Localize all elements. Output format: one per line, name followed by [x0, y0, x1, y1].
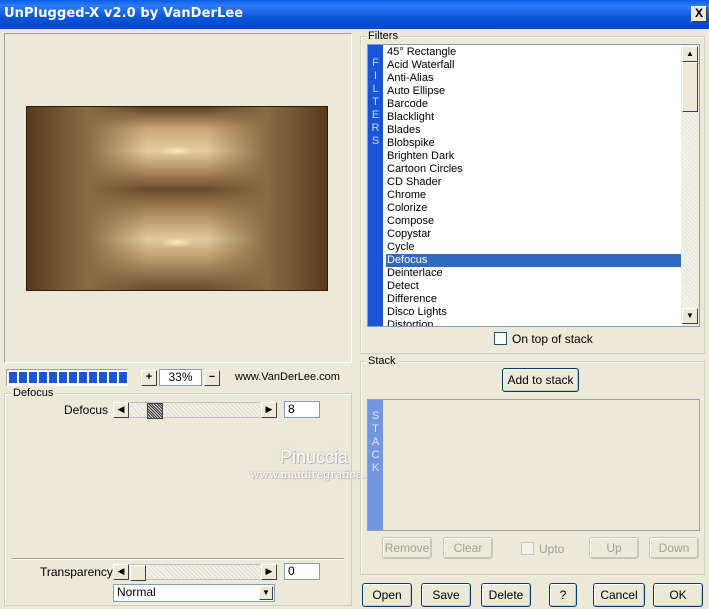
filter-list-item[interactable]: Brighten Dark	[386, 150, 682, 163]
close-button[interactable]: X	[691, 6, 707, 22]
progress-segment	[109, 372, 117, 383]
window-title: UnPlugged-X v2.0 by VanDerLee	[4, 6, 244, 21]
stack-list[interactable]	[367, 399, 700, 531]
zoom-in-button[interactable]: +	[141, 370, 157, 386]
filters-tab-letter: E	[371, 109, 380, 121]
on-top-of-stack-label: On top of stack	[512, 332, 593, 346]
filter-list-item[interactable]: Disco Lights	[386, 306, 682, 319]
progress-segment	[69, 372, 77, 383]
defocus-slider-right-button[interactable]: ▶	[261, 402, 277, 418]
filter-list-item[interactable]: Detect	[386, 280, 682, 293]
filter-list-item[interactable]: Cartoon Circles	[386, 163, 682, 176]
blend-mode-value: Normal	[117, 585, 156, 599]
progress-segment	[29, 372, 37, 383]
filter-list-item[interactable]: Cycle	[386, 241, 682, 254]
scroll-up-button[interactable]: ▲	[682, 46, 698, 62]
transparency-slider-track[interactable]	[130, 564, 260, 581]
chevron-down-icon[interactable]: ▼	[259, 586, 273, 600]
add-to-stack-button[interactable]: Add to stack	[502, 368, 579, 392]
on-top-of-stack-checkbox[interactable]	[494, 332, 507, 345]
filters-tab-letter: T	[372, 96, 379, 108]
progress-segment	[89, 372, 97, 383]
scroll-down-button[interactable]: ▼	[682, 308, 698, 324]
defocus-slider-thumb[interactable]	[147, 403, 163, 419]
delete-button[interactable]: Delete	[481, 583, 531, 607]
transparency-slider-left-button[interactable]: ◀	[113, 564, 129, 580]
filter-list-item[interactable]: Acid Waterfall	[386, 59, 682, 72]
watermark-name: Pinuccia	[280, 447, 349, 467]
progress-segment	[39, 372, 47, 383]
progress-segment	[79, 372, 87, 383]
cancel-button[interactable]: Cancel	[593, 583, 645, 607]
filters-vertical-tab: FILTERS	[368, 45, 383, 326]
defocus-param-label: Defocus	[64, 403, 109, 417]
help-button[interactable]: ?	[549, 583, 577, 607]
progress-segment	[99, 372, 107, 383]
filter-list-item[interactable]: CD Shader	[386, 176, 682, 189]
upto-checkbox[interactable]	[521, 542, 534, 555]
progress-segment	[19, 372, 27, 383]
blend-mode-select[interactable]: Normal ▼	[113, 584, 275, 602]
progress-segment	[9, 372, 17, 383]
filter-list-item[interactable]: Distortion	[386, 319, 682, 326]
defocus-slider-track[interactable]	[130, 402, 260, 419]
open-button[interactable]: Open	[362, 583, 412, 607]
progress-segment	[59, 372, 67, 383]
filter-list-item[interactable]: Auto Ellipse	[386, 85, 682, 98]
filter-list-item[interactable]: Barcode	[386, 98, 682, 111]
preview-image	[26, 106, 328, 291]
filter-list-item[interactable]: Deinterlace	[386, 267, 682, 280]
defocus-value-input[interactable]: 8	[284, 401, 320, 418]
stack-tab-letter: S	[371, 410, 380, 422]
filters-tab-letter: F	[372, 57, 379, 69]
filters-tab-letter: S	[371, 135, 380, 147]
filter-list-item[interactable]: Compose	[386, 215, 682, 228]
ok-button[interactable]: OK	[653, 583, 703, 607]
stack-tab-letter: T	[372, 423, 379, 435]
stack-tab-letter: A	[371, 436, 380, 448]
progress-segment	[49, 372, 57, 383]
down-button[interactable]: Down	[649, 537, 699, 559]
stack-tab-letter: K	[371, 462, 380, 474]
filter-list-item[interactable]: Copystar	[386, 228, 682, 241]
scroll-thumb[interactable]	[682, 62, 698, 112]
progress-segment	[119, 372, 127, 383]
defocus-group-label: Defocus	[11, 387, 56, 399]
zoom-out-button[interactable]: −	[204, 370, 220, 386]
stack-vertical-tab: STACK	[368, 400, 383, 530]
stack-tab-letter: C	[371, 449, 380, 461]
save-button[interactable]: Save	[421, 583, 471, 607]
filter-list-item[interactable]: Blobspike	[386, 137, 682, 150]
filter-list-item[interactable]: Blades	[386, 124, 682, 137]
filter-list-item[interactable]: Blacklight	[386, 111, 682, 124]
filters-scrollbar[interactable]: ▲ ▼	[681, 45, 699, 326]
website-link[interactable]: www.VanDerLee.com	[235, 371, 340, 383]
upto-label: Upto	[539, 542, 565, 556]
stack-group-label: Stack	[366, 355, 398, 367]
defocus-slider-left-button[interactable]: ◀	[113, 402, 129, 418]
clear-button[interactable]: Clear	[443, 537, 493, 559]
filters-tab-letter: I	[373, 70, 378, 82]
filter-list-item[interactable]: Chrome	[386, 189, 682, 202]
transparency-slider-right-button[interactable]: ▶	[261, 564, 277, 580]
filters-group-label: Filters	[366, 30, 400, 42]
up-button[interactable]: Up	[589, 537, 639, 559]
remove-button[interactable]: Remove	[382, 537, 432, 559]
transparency-slider-thumb[interactable]	[130, 565, 146, 581]
zoom-value: 33%	[159, 369, 202, 386]
filter-list-item[interactable]: Anti-Alias	[386, 72, 682, 85]
filter-list-item[interactable]: Colorize	[386, 202, 682, 215]
filter-list-item[interactable]: Difference	[386, 293, 682, 306]
transparency-label: Transparency	[40, 565, 113, 579]
filters-tab-letter: L	[372, 83, 379, 95]
filters-tab-letter: R	[371, 122, 380, 134]
filter-list-item[interactable]: 45° Rectangle	[386, 46, 682, 59]
filter-list-item[interactable]: Defocus	[386, 254, 682, 267]
defocus-separator	[11, 558, 344, 560]
transparency-value-input[interactable]: 0	[284, 563, 320, 580]
